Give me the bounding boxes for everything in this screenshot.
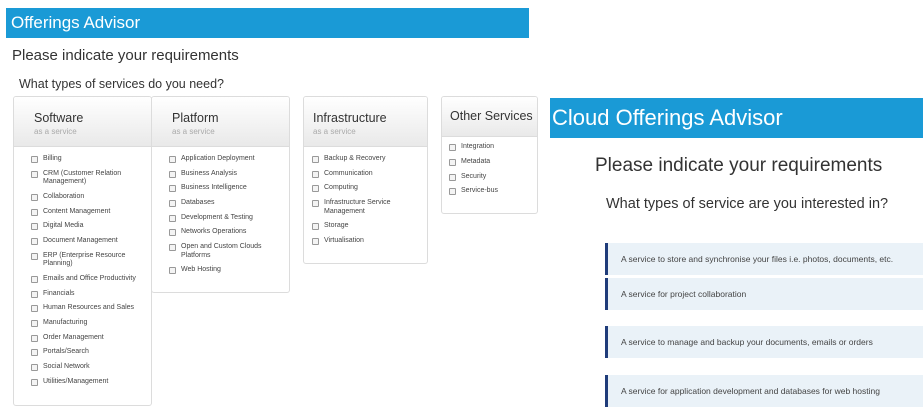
checkbox-icon[interactable] xyxy=(31,223,38,231)
question-label: What types of service are you interested… xyxy=(606,196,889,212)
checkbox-icon[interactable] xyxy=(31,208,38,216)
checkbox-item[interactable]: Service-bus xyxy=(449,187,537,196)
checkbox-icon[interactable] xyxy=(31,320,38,328)
checkbox-icon[interactable] xyxy=(169,185,176,193)
offerings-advisor-panel: Offerings Advisor Please indicate your r… xyxy=(0,0,538,412)
checkbox-list: Billing CRM (Customer Relation Managemen… xyxy=(14,147,151,399)
checkbox-item[interactable]: Virtualisation xyxy=(312,237,427,246)
checkbox-item[interactable]: Digital Media xyxy=(31,222,151,231)
software-card: Software as a service Billing CRM (Custo… xyxy=(13,96,152,406)
checkbox-item[interactable]: Open and Custom Clouds Platforms xyxy=(169,243,289,260)
checkbox-icon[interactable] xyxy=(31,364,38,372)
checkbox-item[interactable]: Order Management xyxy=(31,334,151,343)
checkbox-icon[interactable] xyxy=(449,188,456,196)
checkbox-item[interactable]: Financials xyxy=(31,290,151,299)
checkbox-list: Application Deployment Business Analysis… xyxy=(152,147,289,287)
checkbox-icon[interactable] xyxy=(312,200,319,208)
checkbox-list: Backup & Recovery Communication Computin… xyxy=(304,147,427,258)
app-title-bar: Cloud Offerings Advisor xyxy=(550,98,923,138)
checkbox-item[interactable]: Billing xyxy=(31,155,151,164)
checkbox-item[interactable]: Metadata xyxy=(449,158,537,167)
checkbox-item[interactable]: Collaboration xyxy=(31,193,151,202)
checkbox-item[interactable]: Development & Testing xyxy=(169,214,289,223)
checkbox-icon[interactable] xyxy=(31,252,38,260)
platform-card: Platform as a service Application Deploy… xyxy=(151,96,290,293)
card-subtitle: as a service xyxy=(313,127,356,136)
card-header: Infrastructure as a service xyxy=(304,97,427,147)
checkbox-item[interactable]: Networks Operations xyxy=(169,228,289,237)
checkbox-icon[interactable] xyxy=(449,158,456,166)
service-option[interactable]: A service for application development an… xyxy=(605,375,923,407)
checkbox-item[interactable]: Portals/Search xyxy=(31,348,151,357)
checkbox-icon[interactable] xyxy=(449,144,456,151)
checkbox-item[interactable]: Storage xyxy=(312,222,427,231)
checkbox-icon[interactable] xyxy=(31,238,38,246)
checkbox-item[interactable]: Utilities/Management xyxy=(31,378,151,387)
checkbox-item[interactable]: ERP (Enterprise Resource Planning) xyxy=(31,252,151,269)
checkbox-icon[interactable] xyxy=(169,267,176,275)
card-header: Software as a service xyxy=(14,97,151,147)
checkbox-icon[interactable] xyxy=(31,305,38,313)
checkbox-icon[interactable] xyxy=(31,170,38,178)
checkbox-icon[interactable] xyxy=(31,290,38,298)
card-title: Other Services xyxy=(450,109,533,123)
checkbox-icon[interactable] xyxy=(169,244,176,252)
checkbox-icon[interactable] xyxy=(312,238,319,246)
checkbox-item[interactable]: Infrastructure Service Management xyxy=(312,199,427,216)
other-services-card: Other Services Integration Metadata Secu… xyxy=(441,96,538,214)
card-title: Software xyxy=(34,111,84,125)
checkbox-item[interactable]: Business Analysis xyxy=(169,170,289,179)
service-option[interactable]: A service to store and synchronise your … xyxy=(605,243,923,275)
checkbox-item[interactable]: Manufacturing xyxy=(31,319,151,328)
checkbox-item[interactable]: Web Hosting xyxy=(169,266,289,275)
checkbox-item[interactable]: Human Resources and Sales xyxy=(31,304,151,313)
checkbox-item[interactable]: Application Deployment xyxy=(169,155,289,164)
infrastructure-card: Infrastructure as a service Backup & Rec… xyxy=(303,96,428,264)
checkbox-item[interactable]: Databases xyxy=(169,199,289,208)
checkbox-icon[interactable] xyxy=(169,156,176,163)
checkbox-item[interactable]: Emails and Office Productivity xyxy=(31,275,151,284)
question-label: What types of services do you need? xyxy=(19,77,224,91)
card-header: Other Services xyxy=(442,97,537,137)
checkbox-item[interactable]: CRM (Customer Relation Management) xyxy=(31,170,151,187)
card-header: Platform as a service xyxy=(152,97,289,147)
checkbox-item[interactable]: Content Management xyxy=(31,208,151,217)
checkbox-icon[interactable] xyxy=(31,276,38,283)
checkbox-icon[interactable] xyxy=(31,156,38,163)
card-subtitle: as a service xyxy=(172,127,215,136)
checkbox-item[interactable]: Security xyxy=(449,173,537,182)
service-option[interactable]: A service to manage and backup your docu… xyxy=(605,326,923,358)
checkbox-list: Integration Metadata Security Service-bu… xyxy=(442,137,537,196)
card-title: Platform xyxy=(172,111,219,125)
checkbox-icon[interactable] xyxy=(31,349,38,357)
checkbox-item[interactable]: Social Network xyxy=(31,363,151,372)
checkbox-icon[interactable] xyxy=(31,334,38,342)
checkbox-icon[interactable] xyxy=(31,378,38,386)
page-heading: Please indicate your requirements xyxy=(12,47,239,64)
checkbox-icon[interactable] xyxy=(31,193,38,201)
cloud-offerings-advisor-panel: Cloud Offerings Advisor Please indicate … xyxy=(550,98,923,412)
card-title: Infrastructure xyxy=(313,111,387,125)
app-title-bar: Offerings Advisor xyxy=(6,8,529,38)
service-option[interactable]: A service for project collaboration xyxy=(605,278,923,310)
checkbox-icon[interactable] xyxy=(169,170,176,178)
checkbox-icon[interactable] xyxy=(449,173,456,181)
checkbox-icon[interactable] xyxy=(312,185,319,193)
checkbox-item[interactable]: Document Management xyxy=(31,237,151,246)
checkbox-icon[interactable] xyxy=(169,200,176,208)
checkbox-icon[interactable] xyxy=(169,214,176,222)
checkbox-icon[interactable] xyxy=(312,170,319,178)
page-heading: Please indicate your requirements xyxy=(595,155,883,176)
checkbox-icon[interactable] xyxy=(312,156,319,163)
checkbox-item[interactable]: Communication xyxy=(312,170,427,179)
checkbox-item[interactable]: Computing xyxy=(312,184,427,193)
checkbox-icon[interactable] xyxy=(312,223,319,231)
card-subtitle: as a service xyxy=(34,127,77,136)
checkbox-icon[interactable] xyxy=(169,229,176,237)
checkbox-item[interactable]: Integration xyxy=(449,143,537,152)
checkbox-item[interactable]: Business Intelligence xyxy=(169,184,289,193)
checkbox-item[interactable]: Backup & Recovery xyxy=(312,155,427,164)
